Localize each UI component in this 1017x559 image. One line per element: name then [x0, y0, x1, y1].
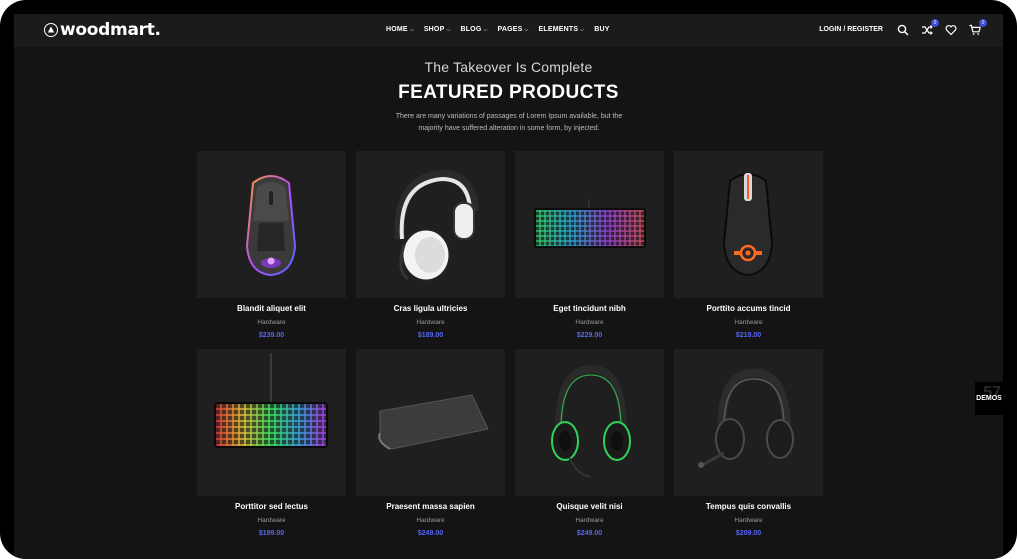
product-category[interactable]: Hardware [515, 517, 664, 524]
product-name[interactable]: Eget tincidunt nibh [515, 304, 664, 313]
product-card[interactable]: Porttito accums tincid Hardware $219.00 [674, 151, 823, 349]
nav-pages-label: PAGES [497, 26, 523, 33]
product-category[interactable]: Hardware [356, 319, 505, 326]
demos-tab[interactable]: 57 DEMOS [975, 382, 1003, 415]
product-name[interactable]: Praesent massa sapien [356, 502, 505, 511]
product-image-gaming-mouse[interactable] [197, 151, 346, 298]
compare-count-badge: 0 [931, 18, 939, 27]
product-grid: Blandit aliquet elit Hardware $239.00 Cr… [197, 151, 823, 547]
section-title: FEATURED PRODUCTS [398, 82, 619, 103]
header-actions: LOGIN / REGISTER 0 0 [819, 14, 987, 45]
product-price: $249.00 [576, 530, 603, 537]
product-name[interactable]: Tempus quis convallis [674, 502, 823, 511]
product-image-steelseries-mouse[interactable] [674, 151, 823, 298]
product-price: $229.00 [576, 332, 603, 339]
chevron-down-icon: ⌵ [524, 26, 529, 33]
product-price: $219.00 [735, 332, 762, 339]
product-image-green-headset[interactable] [515, 349, 664, 496]
compare-icon[interactable]: 0 [921, 18, 939, 36]
product-card[interactable]: Praesent massa sapien Hardware $249.00 [356, 349, 505, 547]
nav-blog[interactable]: BLOG ⌵ [460, 26, 487, 33]
heart-icon[interactable] [945, 24, 957, 36]
cart-count-badge: 0 [979, 18, 987, 27]
product-image-mousepad[interactable] [356, 349, 505, 496]
search-icon[interactable] [897, 24, 909, 36]
product-price: $239.00 [258, 332, 285, 339]
nav-home[interactable]: HOME ⌵ [386, 26, 414, 33]
chevron-down-icon: ⌵ [483, 26, 488, 33]
product-price: $209.00 [735, 530, 762, 537]
product-price: $189.00 [417, 332, 444, 339]
nav-home-label: HOME [386, 26, 408, 33]
nav-blog-label: BLOG [460, 26, 482, 33]
browser-viewport: woodmart. HOME ⌵ SHOP ⌵ BLOG ⌵ PAGES ⌵ ELEME… [14, 14, 1003, 559]
product-card[interactable]: Quisque velit nisi Hardware $249.00 [515, 349, 664, 547]
main-nav: HOME ⌵ SHOP ⌵ BLOG ⌵ PAGES ⌵ ELEMENTS ⌵ BUY [386, 14, 610, 45]
product-name[interactable]: Quisque velit nisi [515, 502, 664, 511]
description-line: majority have suffered alteration in som… [418, 125, 600, 132]
logo-text: woodmart. [60, 20, 161, 40]
device-frame: woodmart. HOME ⌵ SHOP ⌵ BLOG ⌵ PAGES ⌵ ELEME… [0, 0, 1017, 559]
product-image-tkl-keyboard[interactable] [197, 349, 346, 496]
product-image-black-headset[interactable] [674, 349, 823, 496]
nav-buy[interactable]: BUY [594, 26, 609, 33]
product-category[interactable]: Hardware [356, 517, 505, 524]
product-card[interactable]: Cras ligula ultricies Hardware $189.00 [356, 151, 505, 349]
nav-elements[interactable]: ELEMENTS ⌵ [538, 26, 584, 33]
product-name[interactable]: Cras ligula ultricies [356, 304, 505, 313]
product-category[interactable]: Hardware [197, 517, 346, 524]
product-card[interactable]: Tempus quis convallis Hardware $209.00 [674, 349, 823, 547]
product-category[interactable]: Hardware [515, 319, 664, 326]
nav-pages[interactable]: PAGES ⌵ [497, 26, 528, 33]
product-category[interactable]: Hardware [674, 517, 823, 524]
product-name[interactable]: Porttito accums tincid [674, 304, 823, 313]
site-logo[interactable]: woodmart. [44, 20, 161, 40]
description-line: There are many variations of passages of… [395, 113, 623, 120]
product-name[interactable]: Porttitor sed lectus [197, 502, 346, 511]
nav-buy-label: BUY [594, 26, 610, 33]
nav-elements-label: ELEMENTS [538, 26, 579, 33]
product-price: $249.00 [417, 530, 444, 537]
demos-label: DEMOS [976, 395, 1002, 402]
product-image-rgb-keyboard[interactable] [515, 151, 664, 298]
product-name[interactable]: Blandit aliquet elit [197, 304, 346, 313]
section-description: There are many variations of passages of… [384, 111, 634, 135]
product-image-white-headset[interactable] [356, 151, 505, 298]
site-header: woodmart. HOME ⌵ SHOP ⌵ BLOG ⌵ PAGES ⌵ ELEME… [14, 14, 1003, 46]
product-card[interactable]: Blandit aliquet elit Hardware $239.00 [197, 151, 346, 349]
product-card[interactable]: Porttitor sed lectus Hardware $199.00 [197, 349, 346, 547]
product-price: $199.00 [258, 530, 285, 537]
chevron-down-icon: ⌵ [409, 26, 414, 33]
chevron-down-icon: ⌵ [580, 26, 585, 33]
product-category[interactable]: Hardware [197, 319, 346, 326]
nav-shop[interactable]: SHOP ⌵ [424, 26, 451, 33]
nav-shop-label: SHOP [423, 26, 445, 33]
logo-tree-icon [44, 23, 58, 37]
login-register-link[interactable]: LOGIN / REGISTER [819, 26, 883, 33]
product-card[interactable]: Eget tincidunt nibh Hardware $229.00 [515, 151, 664, 349]
cart-icon[interactable]: 0 [969, 18, 987, 36]
product-category[interactable]: Hardware [674, 319, 823, 326]
chevron-down-icon: ⌵ [446, 26, 451, 33]
section-tagline: The Takeover Is Complete [424, 59, 593, 75]
